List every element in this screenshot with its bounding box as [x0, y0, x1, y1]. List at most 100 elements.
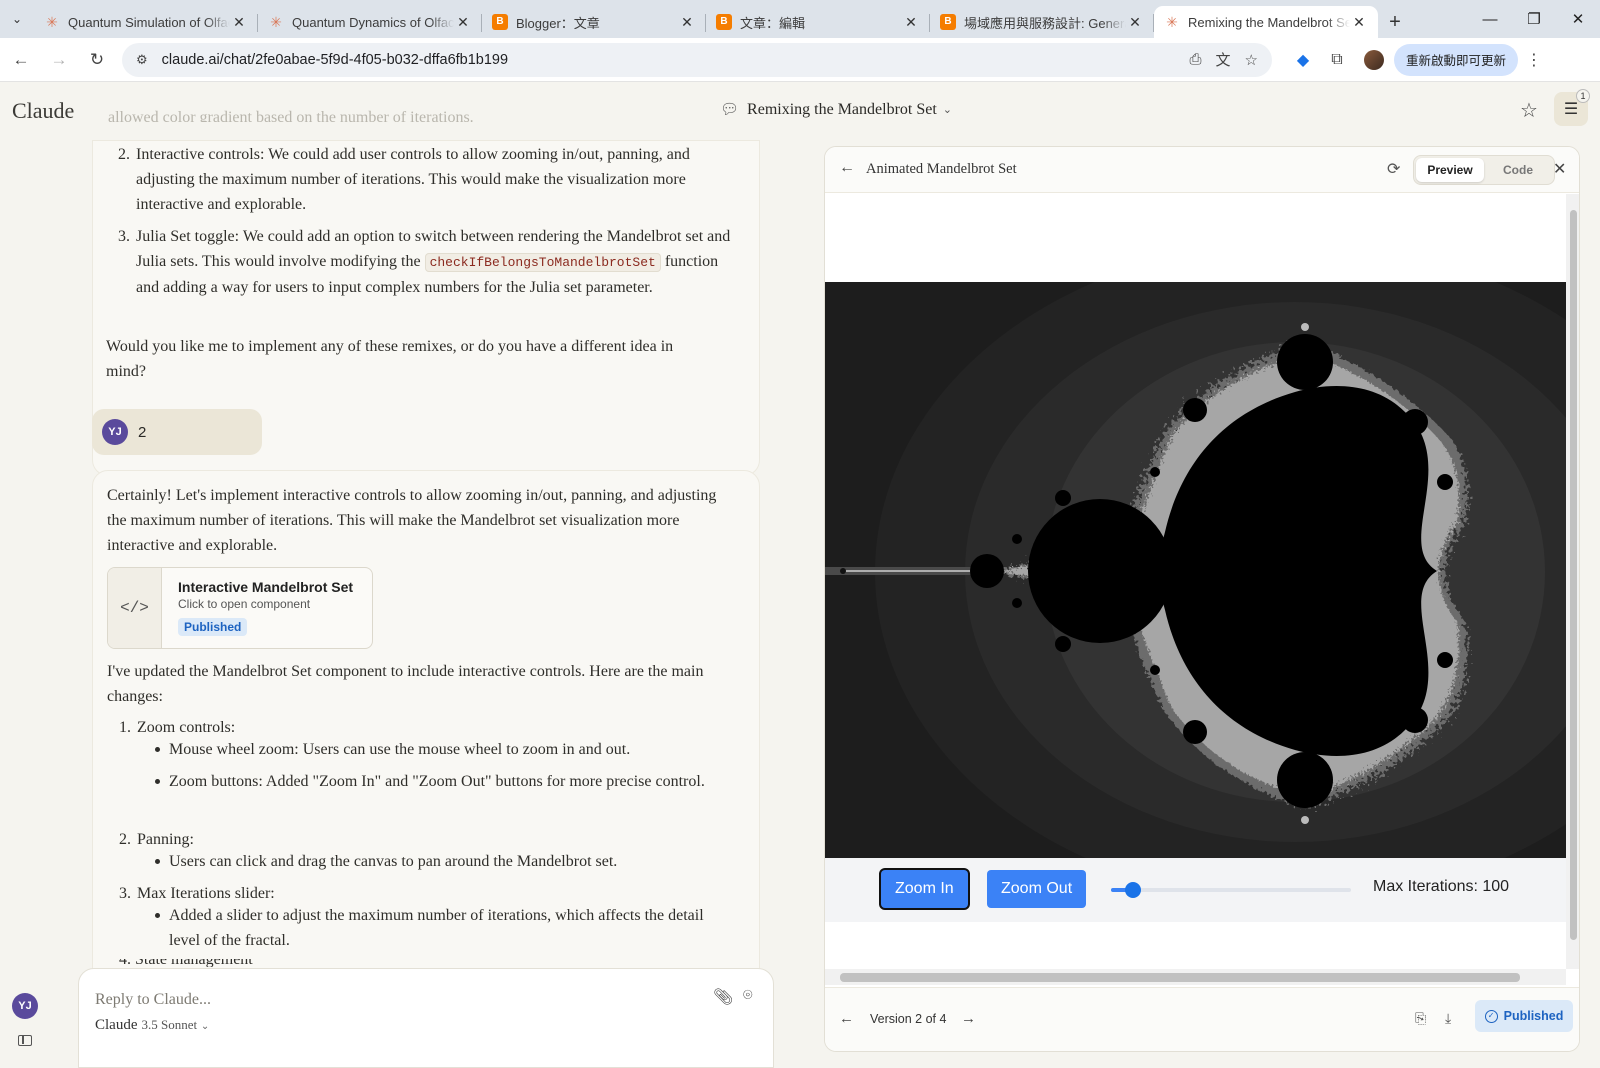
puzzle-extensions-icon[interactable]: ⧉ [1320, 51, 1354, 69]
view-toggle: Preview Code [1413, 155, 1555, 185]
reply-composer: Reply to Claude... 📎︎ ⌾ Claude 3.5 Sonnet… [78, 968, 774, 1068]
check-circle-icon: ✓ [1484, 1009, 1498, 1023]
chat-settings-button[interactable]: ☰ 1 [1554, 89, 1590, 126]
download-icon[interactable]: ⤓ [1445, 1010, 1451, 1027]
close-tab-icon[interactable]: ✕ [230, 14, 248, 31]
address-bar: ← → ↻ ⚙ claude.ai/chat/2fe0abae-5f9d-4f0… [0, 38, 1600, 82]
update-button[interactable]: 重新啟動即可更新 [1394, 43, 1519, 76]
chevron-down-icon: ⌄ [942, 104, 953, 116]
forward-icon[interactable]: → [42, 50, 76, 70]
next-version-icon[interactable]: → [961, 1010, 976, 1027]
chat-column: allowed color gradient based on the numb… [0, 82, 790, 1067]
horizontal-scrollbar[interactable] [825, 969, 1566, 985]
bullet-item: Added a slider to adjust the maximum num… [155, 903, 729, 953]
omnibox[interactable]: ⚙ claude.ai/chat/2fe0abae-5f9d-4f05-b032… [122, 42, 1272, 77]
max-iterations-slider[interactable] [1111, 882, 1351, 898]
code-icon: </> [108, 568, 162, 648]
tab-title: Quantum Simulation of Olfac [68, 14, 230, 30]
scrollbar-thumb[interactable] [840, 973, 1520, 982]
back-arrow-icon[interactable]: ← [839, 159, 855, 177]
paperclip-icon[interactable]: 📎︎ [713, 987, 733, 1007]
model-selector[interactable]: Claude 3.5 Sonnet ⌄ [95, 1017, 209, 1034]
close-icon[interactable]: ✕ [1553, 159, 1566, 179]
claude-favicon-icon: ✳ [270, 14, 282, 30]
zoom-in-button[interactable]: Zoom In [881, 870, 968, 908]
change-list-item: 3. Max Iterations slider: Added a slider… [119, 881, 737, 949]
browser-tab[interactable]: B 場域應用與服務設計: Generati ✕ [930, 6, 1154, 38]
max-iterations-label: Max Iterations: 100 [1373, 878, 1510, 895]
browser-tab[interactable]: B Blogger：文章 ✕ [482, 6, 706, 38]
extensions-area: ◆ ⧉ [1286, 50, 1354, 70]
previous-version-icon[interactable]: ← [839, 1010, 854, 1027]
restore-icon[interactable]: ❐ [1512, 0, 1556, 38]
reply-intro: Certainly! Let's implement interactive c… [107, 487, 717, 554]
artifact-name: Interactive Mandelbrot Set [178, 579, 354, 595]
sidebar-user-avatar[interactable]: YJ [12, 993, 38, 1019]
close-tab-icon[interactable]: ✕ [1350, 14, 1368, 31]
star-chat-icon[interactable]: ☆ [1520, 98, 1538, 123]
bullet-item: Mouse wheel zoom: Users can use the mous… [155, 737, 729, 762]
list-item: 2. Interactive controls: We could add us… [118, 146, 690, 213]
published-button[interactable]: ✓ Published [1475, 1000, 1573, 1032]
vertical-scrollbar[interactable] [1566, 194, 1579, 969]
tab-title: Remixing the Mandelbrot Se [1188, 14, 1350, 30]
browser-tab[interactable]: ✳ Quantum Dynamics of Olfact ✕ [258, 6, 482, 38]
browser-tab[interactable]: B 文章：編輯 ✕ [706, 6, 930, 38]
minimize-icon[interactable]: — [1468, 0, 1512, 38]
browser-tab-active[interactable]: ✳ Remixing the Mandelbrot Se ✕ [1154, 6, 1378, 38]
sidebar-toggle-icon[interactable] [18, 1035, 32, 1046]
update-text: I've updated the Mandelbrot Set componen… [107, 663, 704, 705]
copy-icon[interactable]: ⎘ [1415, 1010, 1426, 1027]
inline-code: checkIfBelongsToMandelbrotSet [424, 253, 661, 272]
close-tab-icon[interactable]: ✕ [1126, 14, 1144, 31]
artifact-subtitle: Click to open component [178, 597, 311, 611]
browser-tab[interactable]: ✳ Quantum Simulation of Olfac ✕ [34, 6, 258, 38]
extension-icon[interactable]: ◆ [1286, 50, 1320, 70]
tab-title: 文章：編輯 [740, 15, 806, 31]
reload-icon[interactable]: ↻ [80, 50, 114, 70]
mandelbrot-canvas[interactable] [825, 282, 1566, 860]
chevron-down-icon: ⌄ [200, 1021, 210, 1032]
new-tab-button[interactable]: + [1378, 6, 1412, 38]
close-tab-icon[interactable]: ✕ [454, 14, 472, 31]
bullet-item: Users can click and drag the canvas to p… [155, 849, 729, 874]
site-settings-icon[interactable]: ⚙ [136, 52, 148, 68]
close-tab-icon[interactable]: ✕ [678, 14, 696, 31]
install-app-icon[interactable]: ⎙ [1190, 51, 1202, 68]
bookmark-star-icon[interactable]: ☆ [1245, 51, 1258, 69]
bullet-item: Zoom buttons: Added "Zoom In" and "Zoom … [155, 769, 729, 794]
blogger-favicon-icon: B [940, 14, 956, 30]
version-label: Version 2 of 4 [870, 1012, 947, 1026]
tab-search-icon[interactable]: ⌄ [0, 0, 34, 38]
window-controls: — ❐ ✕ [1468, 0, 1600, 38]
claude-favicon-icon: ✳ [46, 14, 58, 30]
url-text[interactable]: claude.ai/chat/2fe0abae-5f9d-4f05-b032-d… [162, 52, 1176, 68]
close-tab-icon[interactable]: ✕ [902, 14, 920, 31]
artifact-card[interactable]: </> Interactive Mandelbrot Set Click to … [107, 567, 373, 649]
slider-handle[interactable] [1125, 882, 1142, 898]
artifact-preview: Zoom In Zoom Out Max Iterations: 100 [825, 194, 1566, 969]
controls-bar: Zoom In Zoom Out Max Iterations: 100 [825, 858, 1566, 922]
tab-preview[interactable]: Preview [1416, 158, 1484, 182]
artifact-panel-header: ← Animated Mandelbrot Set ⟳ Preview Code… [825, 147, 1579, 193]
tab-code[interactable]: Code [1484, 158, 1552, 182]
blogger-favicon-icon: B [716, 14, 732, 30]
artifact-title: Animated Mandelbrot Set [866, 161, 1017, 177]
tab-title: Quantum Dynamics of Olfact [292, 14, 454, 30]
refresh-icon[interactable]: ⟳ [1387, 159, 1400, 179]
artifact-footer: ← Version 2 of 4 → ⎘ ⤓ ✓ Published [825, 987, 1579, 1051]
scrollbar-thumb[interactable] [1570, 210, 1577, 940]
zoom-out-button[interactable]: Zoom Out [987, 870, 1087, 908]
more-menu-icon[interactable]: ⋮ [1522, 50, 1546, 70]
change-list-item: 1. Zoom controls: Mouse wheel zoom: User… [119, 715, 737, 790]
translate-icon[interactable]: 文 [1216, 49, 1231, 70]
list-item: 3. Julia Set toggle: We could add an opt… [118, 228, 731, 296]
browser-tab-bar: ⌄ ✳ Quantum Simulation of Olfac ✕ ✳ Quantum… [0, 0, 1600, 38]
reply-input[interactable]: Reply to Claude... [95, 991, 211, 1009]
back-icon[interactable]: ← [4, 50, 38, 70]
profile-avatar[interactable] [1364, 49, 1384, 70]
published-badge: Published [178, 618, 248, 636]
close-window-icon[interactable]: ✕ [1556, 0, 1600, 38]
camera-icon[interactable]: ⌾ [743, 987, 753, 1005]
faded-text: allowed color gradient based on the numb… [108, 109, 474, 122]
